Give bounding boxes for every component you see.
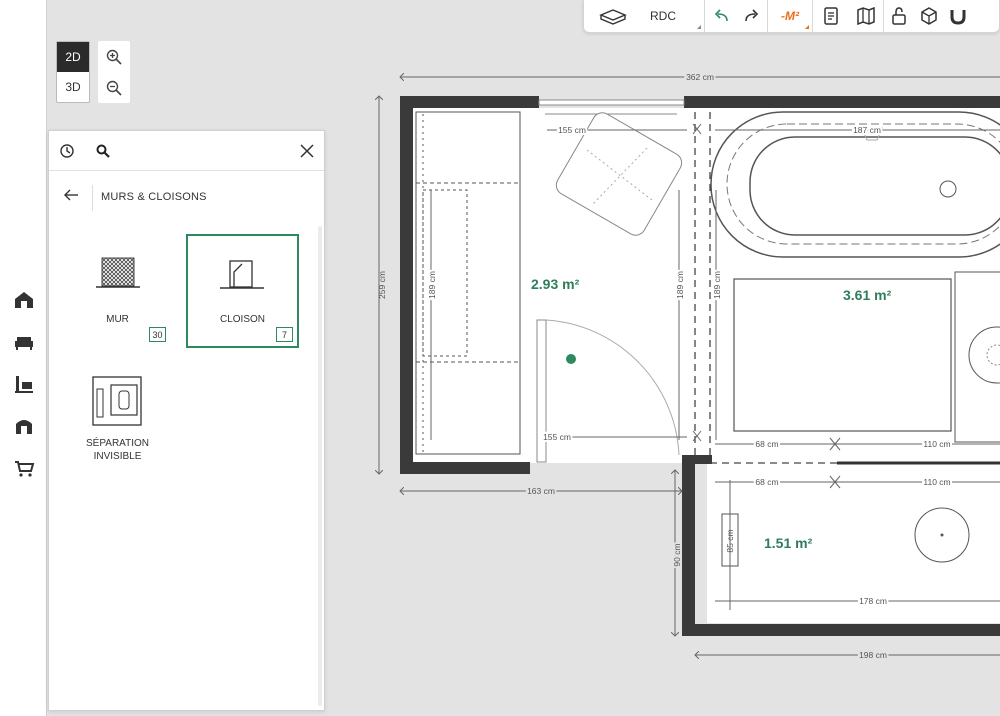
house-icon[interactable] [13,290,35,310]
catalog-item-cloison[interactable]: CLOISON 7 [186,234,299,348]
dim-bottom-width: 198 cm [859,650,887,660]
magnet-button[interactable] [944,0,972,33]
document-icon [824,7,838,25]
dim-small-room-width: 178 cm [859,596,887,606]
dim-mid-a-left: 68 cm [755,439,778,449]
view-mode-switch: 2D 3D [56,41,90,103]
category-header: MURS & CLOISONS [49,171,324,226]
header-separator [92,185,93,211]
dim-mid-a-right: 110 cm [923,439,950,449]
catalog-item-label: CLOISON [219,314,265,325]
redo-button[interactable] [737,0,767,33]
measure-dropdown-corner [805,24,809,29]
sofa-icon[interactable] [13,332,35,352]
panel-scrollbar[interactable] [318,226,322,706]
document-button[interactable] [813,0,849,33]
zoom-in-icon [106,49,122,65]
lamp-icon[interactable] [13,374,35,394]
zoom-controls [98,41,130,103]
cube-icon [921,7,937,25]
catalog-item-label-line2: INVISIBLE [93,451,142,462]
room-area-bathroom: 3.61 m² [843,287,892,303]
level-label: RDC [650,9,676,23]
item-count-badge: 30 [149,327,166,342]
catalog-item-invisible-separation[interactable]: SÉPARATION INVISIBLE [61,361,174,475]
dim-left-room-width: 163 cm [527,486,555,496]
sink-unit [954,271,1000,443]
side-nav [0,0,47,716]
dim-mid-b-left: 68 cm [755,477,778,487]
dim-middle-height-a: 189 cm [675,271,685,299]
dim-small-height: 90 cm [672,543,682,566]
mode-3d-button[interactable]: 3D [57,72,89,102]
zoom-out-icon [106,80,122,96]
dim-total-width: 362 cm [686,72,714,82]
category-title: MURS & CLOISONS [101,191,207,203]
floor-icon [599,9,627,25]
map-icon [857,7,875,25]
mode-2d-button[interactable]: 2D [57,42,89,72]
redo-icon [745,9,759,22]
zoom-in-button[interactable] [98,41,130,72]
back-arrow-icon[interactable] [63,188,79,202]
magnet-icon [950,10,966,25]
catalog-item-label-line1: SÉPARATION [86,438,149,449]
top-toolbar: RDC -M² [583,0,1000,33]
dim-bottom-inner-left: 155 cm [543,432,571,442]
dim-item-height: 85 cm [725,529,735,552]
catalog-item-mur[interactable]: MUR 30 [61,234,174,348]
partition-icon [220,260,264,289]
search-icon[interactable] [96,144,110,158]
dim-mid-b-right: 110 cm [923,477,950,487]
catalog-panel: MURS & CLOISONS MUR 30 CLOISON 7 SÉPARAT… [48,130,325,711]
level-selector[interactable]: RDC [584,0,704,33]
dim-top-inner-right: 187 cm [853,125,881,135]
dim-left-height: 259 cm [377,271,387,299]
level-dropdown-corner [697,24,701,29]
close-icon[interactable] [299,143,315,159]
measure-label: -M² [781,9,799,23]
dim-cabinet-height: 189 cm [427,271,437,299]
invisible-separation-icon [92,376,142,426]
dim-top-inner-left: 155 cm [558,125,586,135]
room-area-wc: 2.93 m² [531,276,580,292]
item-count-badge: 7 [276,327,293,342]
catalog-item-label: MUR [106,314,129,325]
measure-button[interactable]: -M² [768,0,812,33]
cart-icon[interactable] [13,458,35,478]
dim-middle-height-b: 189 cm [712,271,722,299]
undo-button[interactable] [705,0,737,33]
zoom-out-button[interactable] [98,72,130,103]
door-icon[interactable] [13,416,35,436]
3d-object-button[interactable] [914,0,944,33]
map-button[interactable] [849,0,883,33]
room-area-small: 1.51 m² [764,535,813,551]
panel-header [49,131,324,171]
undo-icon [714,9,728,22]
history-icon[interactable] [59,143,75,159]
brick-wall-icon [96,257,140,288]
lock-icon [892,7,906,25]
lock-button[interactable] [884,0,914,33]
